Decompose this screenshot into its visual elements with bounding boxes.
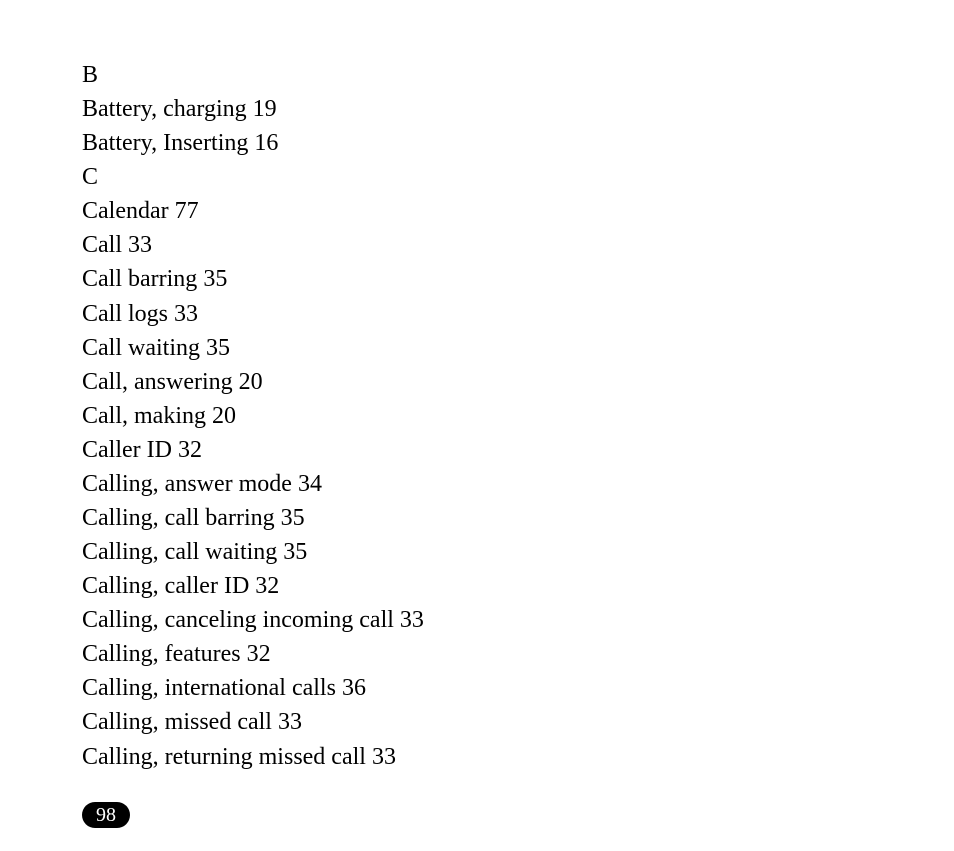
index-entry-page: 36 — [342, 675, 366, 701]
index-entry-page: 33 — [400, 607, 424, 633]
index-entry: Call, making 20 — [82, 399, 872, 433]
index-entry-page: 35 — [283, 539, 307, 565]
index-entry-page: 77 — [175, 198, 199, 224]
index-entry: Calendar 77 — [82, 194, 872, 228]
index-section-letter: B — [82, 58, 872, 92]
index-entry-page: 19 — [253, 96, 277, 122]
index-entry: Call barring 35 — [82, 262, 872, 296]
index-entry-term: Call barring — [82, 266, 197, 292]
index-entry: Calling, features 32 — [82, 637, 872, 671]
index-entry-term: Call logs — [82, 301, 168, 327]
index-entry: Battery, charging 19 — [82, 92, 872, 126]
index-entry: Calling, canceling incoming call 33 — [82, 603, 872, 637]
index-entry-term: Caller ID — [82, 437, 172, 463]
index-entry-term: Calling, returning missed call — [82, 744, 366, 770]
index-entry-term: Calendar — [82, 198, 169, 224]
page-number-badge: 98 — [82, 802, 130, 828]
index-entry-term: Calling, call waiting — [82, 539, 277, 565]
index-entry: Calling, answer mode 34 — [82, 467, 872, 501]
index-entry-term: Call, making — [82, 403, 206, 429]
index-entry-page: 35 — [206, 335, 230, 361]
index-entry: Call 33 — [82, 228, 872, 262]
index-entry-term: Calling, features — [82, 641, 241, 667]
index-entry-term: Call waiting — [82, 335, 200, 361]
index-entry-term: Calling, call barring — [82, 505, 275, 531]
index-entry-term: Call, answering — [82, 369, 233, 395]
index-entry-page: 35 — [203, 266, 227, 292]
index-entry-page: 34 — [298, 471, 322, 497]
index-entry: Calling, missed call 33 — [82, 705, 872, 739]
index-entry: Call waiting 35 — [82, 331, 872, 365]
index-entry-term: Calling, missed call — [82, 709, 272, 735]
page-number: 98 — [96, 804, 116, 826]
index-content: BBattery, charging 19Battery, Inserting … — [82, 58, 872, 774]
index-entry-page: 33 — [278, 709, 302, 735]
index-section-letter: C — [82, 160, 872, 194]
index-entry-term: Battery, charging — [82, 96, 247, 122]
index-entry: Calling, caller ID 32 — [82, 569, 872, 603]
index-entry: Calling, call barring 35 — [82, 501, 872, 535]
index-entry-page: 32 — [178, 437, 202, 463]
index-entry-page: 32 — [255, 573, 279, 599]
index-entry: Caller ID 32 — [82, 433, 872, 467]
index-entry-page: 35 — [281, 505, 305, 531]
index-entry-term: Call — [82, 232, 122, 258]
index-entry-page: 33 — [128, 232, 152, 258]
index-entry-term: Calling, canceling incoming call — [82, 607, 394, 633]
index-entry-term: Battery, Inserting — [82, 130, 248, 156]
document-page: BBattery, charging 19Battery, Inserting … — [0, 0, 954, 828]
index-entry-page: 32 — [247, 641, 271, 667]
index-entry-page: 33 — [174, 301, 198, 327]
index-entry: Calling, call waiting 35 — [82, 535, 872, 569]
index-entry-page: 20 — [239, 369, 263, 395]
index-entry: Call, answering 20 — [82, 365, 872, 399]
index-entry-page: 16 — [254, 130, 278, 156]
index-entry: Calling, international calls 36 — [82, 671, 872, 705]
index-entry: Battery, Inserting 16 — [82, 126, 872, 160]
index-entry: Calling, returning missed call 33 — [82, 740, 872, 774]
index-entry-term: Calling, answer mode — [82, 471, 292, 497]
index-entry-term: Calling, international calls — [82, 675, 336, 701]
index-entry: Call logs 33 — [82, 297, 872, 331]
index-entry-page: 33 — [372, 744, 396, 770]
index-entry-page: 20 — [212, 403, 236, 429]
index-entry-term: Calling, caller ID — [82, 573, 249, 599]
